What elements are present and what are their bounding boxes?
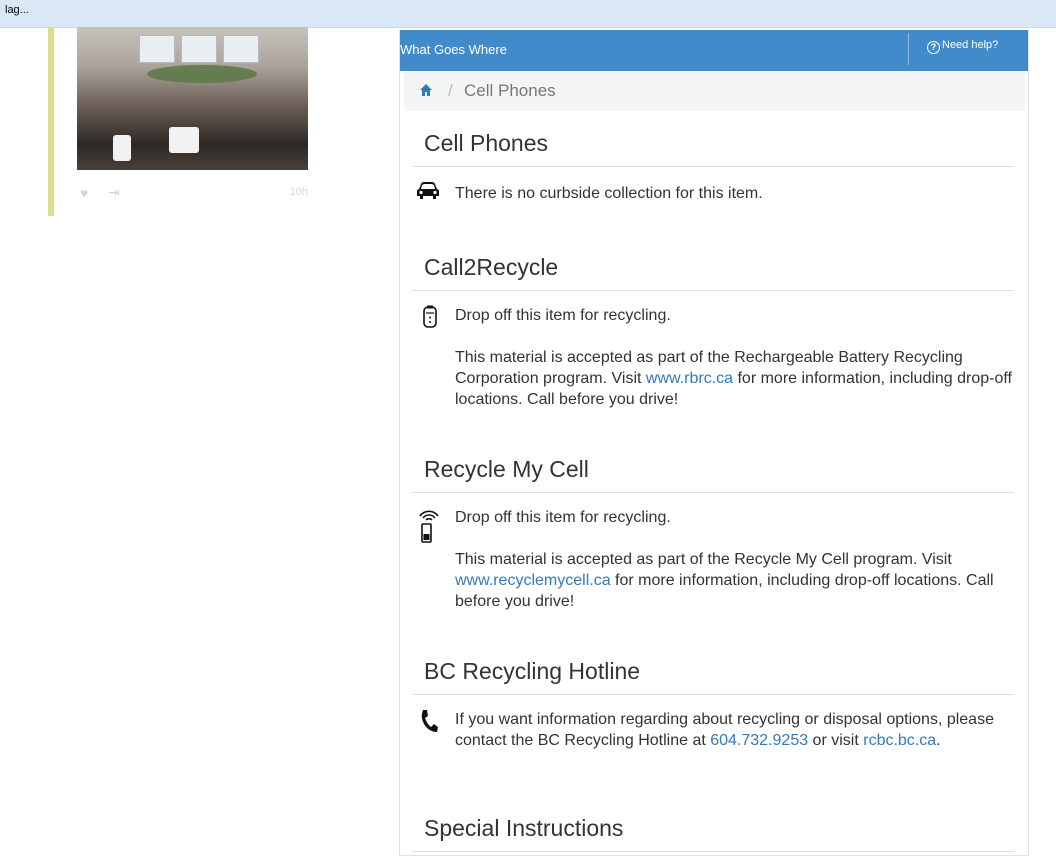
divider <box>413 166 1014 167</box>
panel-title: What Goes Where <box>400 42 507 57</box>
hotline-description: If you want information regarding about … <box>455 709 1015 751</box>
breadcrumb-separator: / <box>448 81 453 100</box>
photo-window <box>181 35 217 63</box>
drop-off-text: Drop off this item for recycling. <box>455 509 671 526</box>
post-actions: ♥ ⇥ 10h <box>77 180 308 206</box>
photo-garland <box>147 65 257 83</box>
heart-icon[interactable]: ♥ <box>80 185 88 201</box>
divider <box>413 492 1014 493</box>
recyclemycell-link[interactable]: www.recyclemycell.ca <box>455 572 611 589</box>
post-timestamp: 10h <box>289 186 308 198</box>
feed-accent-bar <box>48 27 54 216</box>
section-title: Cell Phones <box>424 130 549 156</box>
phone-icon <box>421 710 438 732</box>
call2recycle-row: Drop off this item for recycling. This m… <box>413 305 1014 415</box>
drop-off-text: Drop off this item for recycling. <box>455 307 671 324</box>
panel-header: What Goes Where ? Need help? <box>400 30 1028 71</box>
photo-window <box>223 35 259 63</box>
need-help-link[interactable]: ? Need help? <box>927 39 998 54</box>
desc-text: or visit <box>808 732 864 749</box>
section-title: BC Recycling Hotline <box>424 658 641 684</box>
section-title: Special Instructions <box>424 815 624 841</box>
section-bc-hotline: BC Recycling Hotline <box>413 656 1014 695</box>
photo-table <box>113 135 131 161</box>
breadcrumb: / Cell Phones <box>404 71 1025 111</box>
hotline-phone-link[interactable]: 604.732.9253 <box>710 732 808 749</box>
need-help-label: Need help? <box>942 39 999 51</box>
share-icon[interactable]: ⇥ <box>108 184 120 201</box>
desc-text: . <box>936 732 941 749</box>
browser-status-bar: lag... <box>0 0 1056 28</box>
car-icon <box>417 182 439 199</box>
breadcrumb-current: Cell Phones <box>464 81 556 100</box>
section-title: Call2Recycle <box>424 254 559 280</box>
header-divider <box>908 33 909 65</box>
divider <box>413 851 1014 852</box>
rcbc-link[interactable]: rcbc.bc.ca <box>863 732 936 749</box>
curbside-text: There is no curbside collection for this… <box>455 185 763 202</box>
hotline-row: If you want information regarding about … <box>413 709 1014 779</box>
desc-text: This material is accepted as part of the… <box>455 551 952 568</box>
divider <box>413 290 1014 291</box>
recycle-my-cell-description: This material is accepted as part of the… <box>455 549 1015 612</box>
rbrc-link[interactable]: www.rbrc.ca <box>646 370 733 387</box>
section-call2recycle: Call2Recycle <box>413 252 1014 291</box>
section-title: Recycle My Cell <box>424 456 589 482</box>
photo-window <box>139 35 175 63</box>
post-photo[interactable] <box>77 27 308 170</box>
section-cell-phones: Cell Phones <box>413 128 1014 167</box>
cell-signal-icon <box>419 510 439 543</box>
call2recycle-description: This material is accepted as part of the… <box>455 347 1015 410</box>
section-special-instructions: Special Instructions <box>413 813 1014 852</box>
status-text: lag... <box>5 4 29 16</box>
question-icon: ? <box>927 41 940 54</box>
what-goes-where-panel: What Goes Where ? Need help? / Cell Phone… <box>399 30 1029 856</box>
home-icon[interactable] <box>419 83 433 97</box>
divider <box>413 694 1014 695</box>
recycle-my-cell-row: Drop off this item for recycling. This m… <box>413 507 1014 617</box>
photo-table <box>169 127 199 153</box>
section-recycle-my-cell: Recycle My Cell <box>413 454 1014 493</box>
battery-icon <box>423 305 437 328</box>
